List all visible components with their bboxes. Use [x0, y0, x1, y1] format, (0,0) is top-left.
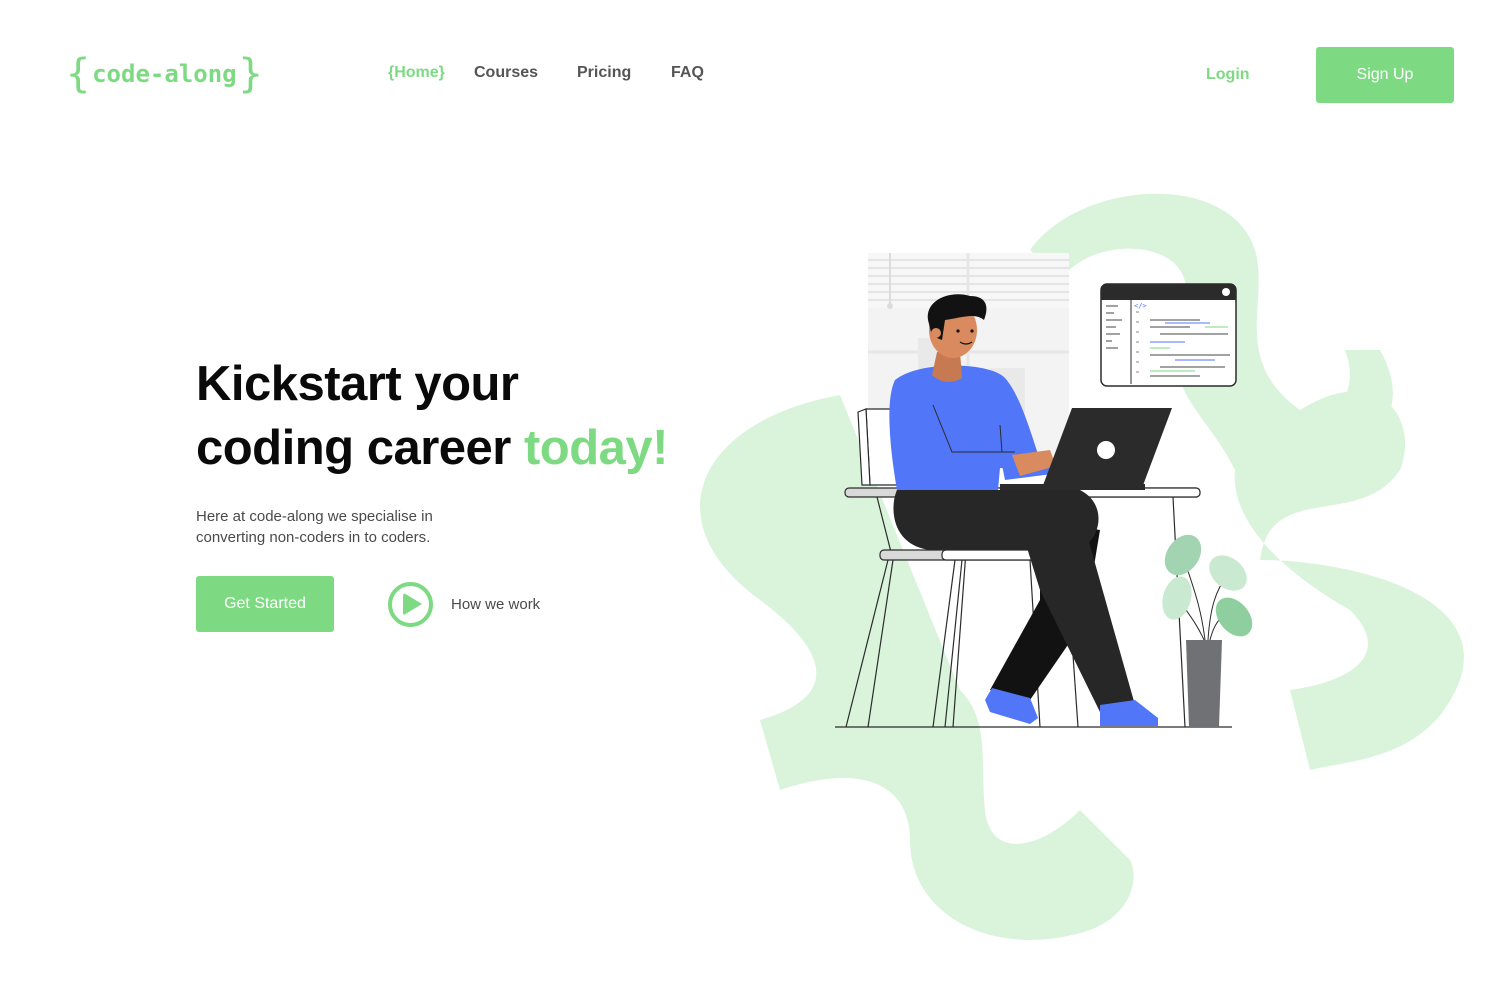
nav-courses[interactable]: Courses [474, 64, 538, 82]
play-icon [388, 581, 433, 627]
logo-open-brace: { [66, 51, 91, 97]
nav-home[interactable]: {Home} [388, 64, 445, 82]
hero-subtitle: Here at code-along we specialise in conv… [196, 508, 433, 546]
hero-title-accent: today! [523, 421, 669, 475]
hero-title-line1: Kickstart your [196, 357, 519, 411]
code-window: </> [1100, 283, 1237, 387]
hero-title: Kickstart your coding career today! [196, 352, 716, 480]
hero-title-line2: coding career [196, 421, 524, 475]
nav-pricing[interactable]: Pricing [577, 64, 631, 82]
plant [1162, 534, 1253, 727]
logo[interactable]: { code-along } [66, 52, 263, 96]
login-link[interactable]: Login [1206, 66, 1250, 84]
signup-button[interactable]: Sign Up [1316, 47, 1454, 103]
how-we-work-link[interactable]: How we work [388, 581, 540, 627]
logo-word: code-along [92, 60, 237, 88]
nav-faq[interactable]: FAQ [671, 64, 704, 82]
code-tag: </> [1134, 302, 1147, 310]
logo-close-brace: } [238, 51, 263, 97]
get-started-button[interactable]: Get Started [196, 576, 334, 632]
how-we-work-label: How we work [451, 595, 541, 613]
hero-illustration: </> [700, 193, 1464, 940]
